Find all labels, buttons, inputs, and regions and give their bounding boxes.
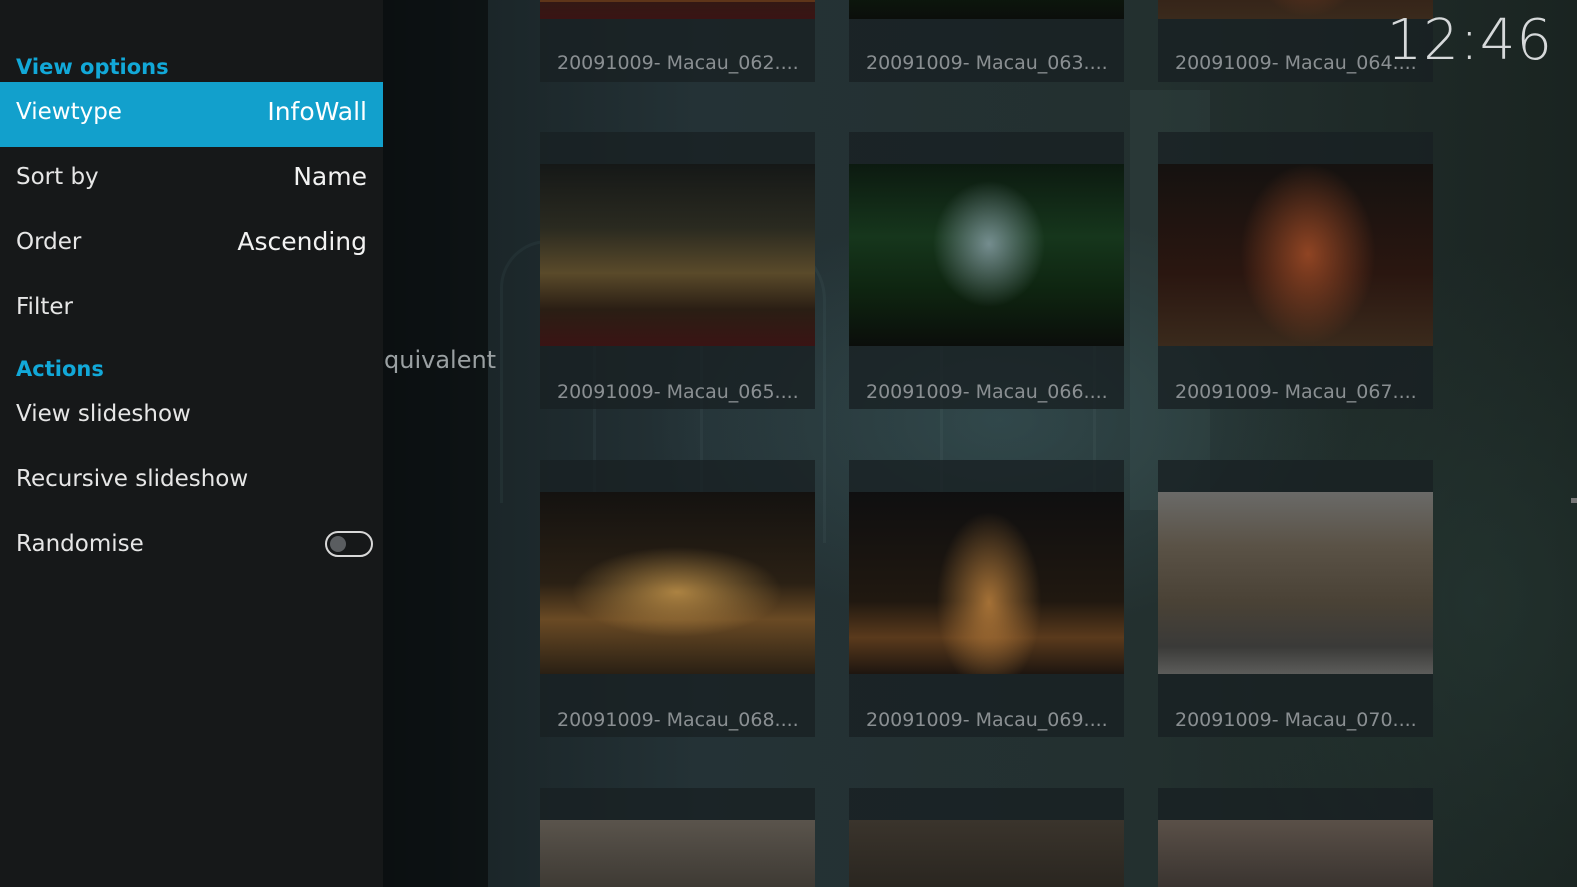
option-sort-by[interactable]: Sort by Name (0, 147, 383, 212)
action-label: View slideshow (16, 401, 191, 427)
thumbnail (540, 0, 815, 19)
thumbnail (849, 164, 1124, 346)
tile-caption: 20091009- Macau_066.... (866, 381, 1108, 403)
action-view-slideshow[interactable]: View slideshow (0, 384, 383, 449)
options-panel: View options Viewtype InfoWall Sort by N… (0, 0, 383, 887)
section-view-options: View options (16, 55, 169, 79)
grid-tile[interactable]: 20091009- Macau_066.... (849, 132, 1124, 409)
option-label: Filter (16, 294, 73, 320)
grid-tile[interactable]: 20091009- Macau_065.... (540, 132, 815, 409)
thumbnail (849, 492, 1124, 674)
thumbnail (540, 820, 815, 887)
option-label: Sort by (16, 164, 99, 190)
grid-tile[interactable] (540, 788, 815, 887)
tile-caption: 20091009- Macau_062.... (557, 52, 799, 74)
option-value: Ascending (237, 227, 367, 256)
tile-caption: 20091009- Macau_069.... (866, 709, 1108, 731)
grid-tile[interactable]: 20091009- Macau_068.... (540, 460, 815, 737)
action-recursive-slideshow[interactable]: Recursive slideshow (0, 449, 383, 514)
grid-tile[interactable] (849, 788, 1124, 887)
grid-tile[interactable]: 20091009- Macau_063.... (849, 0, 1124, 82)
background-label: quivalent (384, 346, 497, 374)
thumbnail (1158, 820, 1433, 887)
tile-caption: 20091009- Macau_070.... (1175, 709, 1417, 731)
option-value: InfoWall (267, 97, 367, 126)
toggle-knob (330, 536, 346, 552)
tile-caption: 20091009- Macau_067.... (1175, 381, 1417, 403)
thumbnail-edge (540, 0, 815, 2)
option-viewtype[interactable]: Viewtype InfoWall (0, 82, 383, 147)
option-label: Order (16, 229, 82, 255)
tile-caption: 20091009- Macau_065.... (557, 381, 799, 403)
thumbnail (1158, 492, 1433, 674)
randomise-toggle[interactable] (325, 531, 373, 557)
thumbnail (540, 164, 815, 346)
grid-tile[interactable] (1158, 788, 1433, 887)
thumbnail (1158, 164, 1433, 346)
grid-tile[interactable]: 20091009- Macau_070.... (1158, 460, 1433, 737)
action-label: Recursive slideshow (16, 466, 249, 492)
section-actions: Actions (16, 357, 104, 381)
grid-tile[interactable]: 20091009- Macau_069.... (849, 460, 1124, 737)
option-value: Name (293, 162, 367, 191)
scroll-indicator (1571, 498, 1577, 503)
media-browser-screen: quivalent 20091009- Macau_062.... 200910… (0, 0, 1577, 887)
tile-caption: 20091009- Macau_068.... (557, 709, 799, 731)
option-order[interactable]: Order Ascending (0, 212, 383, 277)
option-filter[interactable]: Filter (0, 277, 383, 342)
clock: 12:46 (1386, 8, 1553, 73)
action-label: Randomise (16, 531, 144, 557)
thumbnail (540, 492, 815, 674)
grid-tile[interactable]: 20091009- Macau_067.... (1158, 132, 1433, 409)
thumbnail (849, 0, 1124, 19)
action-randomise[interactable]: Randomise (0, 514, 383, 579)
dim-strip (383, 0, 488, 887)
thumbnail (849, 820, 1124, 887)
grid-tile[interactable]: 20091009- Macau_062.... (540, 0, 815, 82)
option-label: Viewtype (16, 99, 122, 125)
tile-caption: 20091009- Macau_063.... (866, 52, 1108, 74)
